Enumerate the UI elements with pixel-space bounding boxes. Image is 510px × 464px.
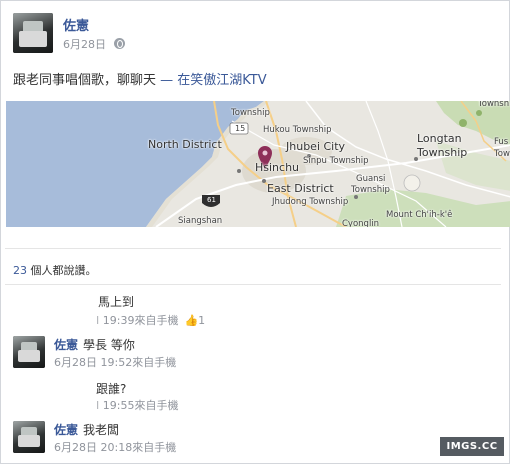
map-label-east-district: East District	[267, 182, 334, 195]
comment-like-count[interactable]: 1	[198, 314, 205, 327]
comment-via: 來自手機	[134, 399, 179, 412]
map-label-mount: Mount Ch'ih-k'ê	[386, 210, 453, 220]
likes-summary: 23 個人都說讚。	[13, 262, 97, 278]
comment-text: 馬上到	[98, 295, 135, 309]
thumbs-up-icon[interactable]: 👍	[184, 314, 198, 327]
map-label-hukou: Hukou Township	[263, 125, 332, 135]
status-place-link[interactable]: 笑傲江湖KTV	[190, 73, 266, 88]
map-label-township-top-left: Township	[231, 108, 270, 118]
comment-meta: I 19:55來自手機	[96, 399, 179, 412]
comment-via: 來自手機	[132, 441, 177, 454]
comment-avatar[interactable]	[13, 421, 45, 453]
comment-meta: 6月28日 19:52來自手機	[54, 354, 176, 370]
map-label-cyonglin: Cyonglin	[342, 219, 380, 227]
comment-time[interactable]: 19:55	[103, 399, 135, 412]
map-label-north-district: North District	[148, 138, 222, 151]
map-label-sinpu: Sinpu Township	[303, 156, 369, 166]
post-card: 佐憲 6月28日 跟老同事唱個歌，聊聊天 — 在笑傲江湖KTV Township…	[0, 0, 510, 464]
comment-text: 跟誰?	[96, 382, 127, 396]
map-label-guansi-1: Guansi	[356, 174, 386, 184]
comment-time[interactable]: 19:39	[103, 314, 135, 327]
comment-time[interactable]: 20:18	[101, 441, 133, 454]
map-route-61: 61	[207, 196, 216, 204]
likes-text: 個人都說讚。	[27, 264, 97, 277]
map-label-fus-2: Tow	[494, 149, 510, 159]
comment-via: 來自手機	[132, 356, 177, 369]
map-label-fus-1: Fus	[494, 137, 509, 147]
status-separator: — 在	[156, 73, 191, 88]
author-avatar[interactable]	[13, 13, 53, 53]
comment-date[interactable]: 6月28日	[54, 441, 97, 454]
status-text: 跟老同事唱個歌，聊聊天	[13, 73, 157, 88]
comment-via: 來自手機	[134, 314, 179, 327]
divider	[5, 248, 501, 249]
post-date[interactable]: 6月28日	[63, 38, 106, 51]
map-label-siangshan: Siangshan	[178, 216, 223, 226]
map-label-jhudong: Jhudong Township	[272, 197, 349, 207]
watermark-badge: IMGS.CC	[440, 437, 504, 456]
comment-time[interactable]: 19:52	[101, 356, 133, 369]
author-name[interactable]: 佐憲	[63, 15, 89, 34]
comment-text: 我老闆	[83, 423, 120, 437]
comment-meta: 6月28日 20:18來自手機	[54, 439, 176, 455]
comment-meta: I 19:39來自手機 👍1	[96, 314, 206, 327]
likes-count-link[interactable]: 23	[13, 264, 27, 277]
map-label-longtan-1: Longtan	[417, 132, 462, 145]
location-map[interactable]: Township Township 15 Hukou Township Nort…	[6, 101, 510, 227]
comment-avatar[interactable]	[13, 336, 45, 368]
map-route-15: 15	[235, 124, 246, 133]
comment-author[interactable]: 佐憲	[54, 421, 78, 438]
post-meta: 6月28日	[63, 36, 125, 52]
map-label-longtan-2: Township	[417, 146, 468, 159]
map-label-hsinchu: Hsinchu	[255, 161, 300, 174]
post-status: 跟老同事唱個歌，聊聊天 — 在笑傲江湖KTV	[13, 69, 267, 88]
globe-icon	[113, 38, 125, 49]
map-label-guansi-2: Township	[351, 185, 390, 195]
comment-text: 學長 等你	[83, 338, 135, 352]
comment-author[interactable]: 佐憲	[54, 336, 78, 353]
map-label-jhubei: Jhubei City	[286, 140, 346, 153]
divider	[5, 284, 501, 285]
comment-date[interactable]: 6月28日	[54, 356, 97, 369]
map-label-township-top-right: Township	[478, 101, 510, 109]
